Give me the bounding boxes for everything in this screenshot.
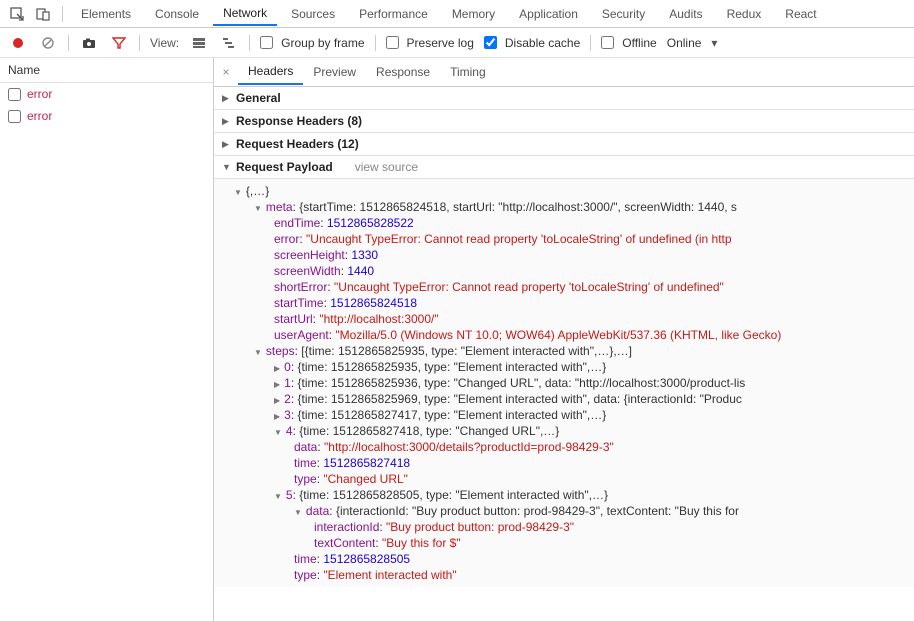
waterfall-icon[interactable] (219, 33, 239, 53)
tree-node[interactable]: 3: {time: 1512865827417, type: "Element … (214, 407, 914, 423)
detail-tab-timing[interactable]: Timing (440, 60, 496, 84)
tree-node[interactable]: {,…} (214, 183, 914, 199)
tree-leaf: type: "Changed URL" (214, 471, 914, 487)
name-column-header[interactable]: Name (0, 58, 213, 83)
detail-tabs: × Headers Preview Response Timing (214, 58, 914, 87)
view-source-link[interactable]: view source (355, 160, 418, 174)
request-checkbox[interactable] (8, 88, 21, 101)
throttling-select[interactable]: Online (667, 36, 702, 50)
tree-leaf: startUrl: "http://localhost:3000/" (214, 311, 914, 327)
tab-redux[interactable]: Redux (717, 3, 772, 25)
throttling-caret-icon[interactable]: ▾ (711, 36, 717, 50)
separator (249, 35, 250, 51)
payload-tree: {,…} meta: {startTime: 1512865824518, st… (214, 179, 914, 587)
tree-leaf: endTime: 1512865828522 (214, 215, 914, 231)
disable-cache-checkbox[interactable]: Disable cache (484, 36, 580, 50)
request-name: error (27, 87, 52, 101)
disable-cache-label: Disable cache (505, 36, 580, 50)
tree-node[interactable]: 2: {time: 1512865825969, type: "Element … (214, 391, 914, 407)
separator (139, 35, 140, 51)
tree-leaf: startTime: 1512865824518 (214, 295, 914, 311)
detail-tab-response[interactable]: Response (366, 60, 440, 84)
section-general[interactable]: ▶General (214, 87, 914, 110)
capture-screenshot-icon[interactable] (79, 33, 99, 53)
section-title: Request Headers (12) (236, 137, 359, 151)
separator (68, 35, 69, 51)
tree-node[interactable]: steps: [{time: 1512865825935, type: "Ele… (214, 343, 914, 359)
tab-audits[interactable]: Audits (659, 3, 712, 25)
tab-network[interactable]: Network (213, 2, 277, 26)
request-name: error (27, 109, 52, 123)
inspect-icon[interactable] (6, 3, 28, 25)
request-detail: × Headers Preview Response Timing ▶Gener… (214, 58, 914, 621)
tree-leaf: data: "http://localhost:3000/details?pro… (214, 439, 914, 455)
request-row[interactable]: error (0, 83, 213, 105)
main-split: Name error error × Headers Preview Respo… (0, 58, 914, 621)
clear-icon[interactable] (38, 33, 58, 53)
tab-sources[interactable]: Sources (281, 3, 345, 25)
offline-label: Offline (622, 36, 656, 50)
separator (62, 6, 63, 22)
device-toolbar-icon[interactable] (32, 3, 54, 25)
request-list: Name error error (0, 58, 214, 621)
tree-leaf: screenHeight: 1330 (214, 247, 914, 263)
tree-leaf: type: "Element interacted with" (214, 567, 914, 583)
tree-node[interactable]: 4: {time: 1512865827418, type: "Changed … (214, 423, 914, 439)
separator (375, 35, 376, 51)
section-title: Response Headers (8) (236, 114, 362, 128)
tree-leaf: textContent: "Buy this for $" (214, 535, 914, 551)
tree-node[interactable]: 0: {time: 1512865825935, type: "Element … (214, 359, 914, 375)
section-response-headers[interactable]: ▶Response Headers (8) (214, 110, 914, 133)
tree-leaf: error: "Uncaught TypeError: Cannot read … (214, 231, 914, 247)
detail-tab-preview[interactable]: Preview (303, 60, 366, 84)
tree-leaf: shortError: "Uncaught TypeError: Cannot … (214, 279, 914, 295)
tree-node[interactable]: meta: {startTime: 1512865824518, startUr… (214, 199, 914, 215)
tree-leaf: interactionId: "Buy product button: prod… (214, 519, 914, 535)
tree-leaf: screenWidth: 1440 (214, 263, 914, 279)
tab-performance[interactable]: Performance (349, 3, 438, 25)
tree-node[interactable]: data: {interactionId: "Buy product butto… (214, 503, 914, 519)
large-rows-icon[interactable] (189, 33, 209, 53)
tab-react[interactable]: React (775, 3, 826, 25)
detail-tab-headers[interactable]: Headers (238, 59, 303, 85)
tree-leaf: time: 1512865828505 (214, 551, 914, 567)
tab-memory[interactable]: Memory (442, 3, 505, 25)
section-request-payload[interactable]: ▼Request Payloadview source (214, 156, 914, 179)
headers-sections: ▶General ▶Response Headers (8) ▶Request … (214, 87, 914, 621)
tab-security[interactable]: Security (592, 3, 655, 25)
tree-leaf: userAgent: "Mozilla/5.0 (Windows NT 10.0… (214, 327, 914, 343)
section-title: General (236, 91, 281, 105)
tree-node[interactable]: 1: {time: 1512865825936, type: "Changed … (214, 375, 914, 391)
record-icon[interactable] (8, 33, 28, 53)
tree-leaf: time: 1512865827418 (214, 455, 914, 471)
tab-console[interactable]: Console (145, 3, 209, 25)
group-by-frame-checkbox[interactable]: Group by frame (260, 36, 364, 50)
filter-icon[interactable] (109, 33, 129, 53)
network-toolbar: View: Group by frame Preserve log Disabl… (0, 28, 914, 58)
preserve-log-label: Preserve log (407, 36, 474, 50)
preserve-log-checkbox[interactable]: Preserve log (386, 36, 474, 50)
request-checkbox[interactable] (8, 110, 21, 123)
group-by-frame-label: Group by frame (281, 36, 364, 50)
offline-checkbox[interactable]: Offline (601, 36, 656, 50)
section-title: Request Payload (236, 160, 333, 174)
tree-node[interactable]: 5: {time: 1512865828505, type: "Element … (214, 487, 914, 503)
close-icon[interactable]: × (214, 65, 238, 79)
separator (590, 35, 591, 51)
view-label: View: (150, 36, 179, 50)
tab-elements[interactable]: Elements (71, 3, 141, 25)
panel-tabbar: Elements Console Network Sources Perform… (0, 0, 914, 28)
tab-application[interactable]: Application (509, 3, 588, 25)
section-request-headers[interactable]: ▶Request Headers (12) (214, 133, 914, 156)
request-row[interactable]: error (0, 105, 213, 127)
